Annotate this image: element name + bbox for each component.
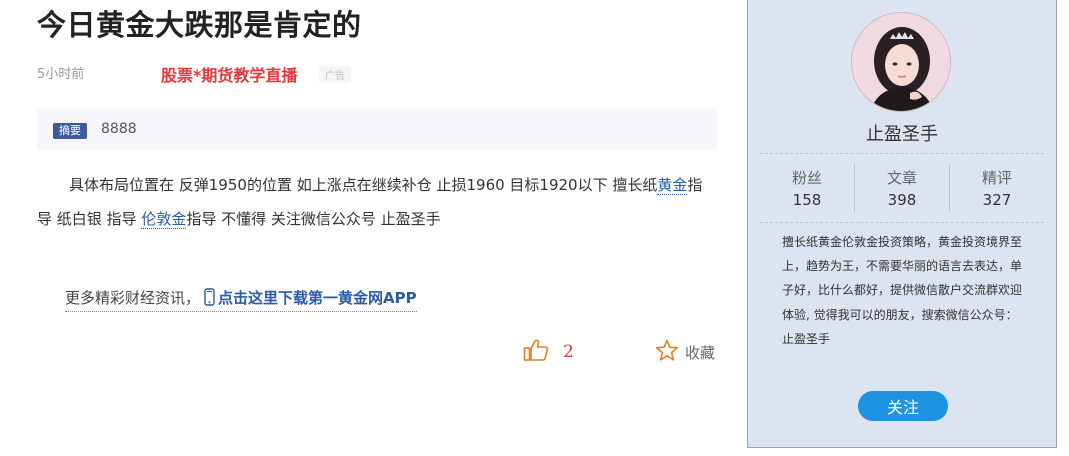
body-text-part3: 指导 不懂得 关注微信公众号 止盈圣手 [186, 210, 441, 228]
follow-button[interactable]: 关注 [858, 391, 948, 421]
author-stats: 粉丝 158 文章 398 精评 327 [760, 153, 1044, 223]
ad-tag: 广告 [319, 66, 351, 83]
summary-box: 摘要 8888 [37, 108, 717, 150]
author-card: 止盈圣手 粉丝 158 文章 398 精评 327 擅长纸黄金伦敦金投资策略，黄… [747, 0, 1057, 448]
avatar[interactable] [851, 12, 951, 112]
keyword-link-gold[interactable]: 黄金 [657, 176, 688, 195]
publish-time: 5小时前 [37, 67, 85, 82]
author-name: 止盈圣手 [866, 124, 938, 145]
favorite-label: 收藏 [685, 344, 716, 362]
thumbs-up-icon [523, 338, 549, 366]
ad-link[interactable]: 股票*期货教学直播 [161, 62, 297, 86]
stat-label: 粉丝 [791, 169, 822, 187]
like-count: 2 [563, 342, 574, 362]
article-title: 今日黄金大跌那是肯定的 [37, 8, 362, 42]
promo-prefix: 更多精彩财经资讯， [65, 289, 201, 307]
article: 今日黄金大跌那是肯定的 5小时前 股票*期货教学直播 广告 摘要 8888 具体… [37, 0, 717, 456]
like-button[interactable]: 2 [523, 338, 574, 366]
download-app-link[interactable]: 点击这里下载第一黄金网APP [218, 289, 417, 307]
author-bio: 擅长纸黄金伦敦金投资策略，黄金投资境界至上，趋势为王，不需要华丽的语言去表达，单… [782, 235, 1023, 346]
summary-text: 8888 [101, 121, 137, 137]
summary-badge: 摘要 [53, 123, 87, 139]
phone-icon [204, 288, 215, 310]
article-body: 具体布局位置在 反弹1950的位置 如上涨点在继续补仓 止损1960 目标192… [37, 168, 717, 236]
stat-reviews: 精评 327 [950, 154, 1044, 222]
keyword-link-london-gold[interactable]: 伦敦金 [141, 210, 187, 229]
stat-label: 文章 [886, 169, 917, 187]
stat-label: 精评 [981, 169, 1012, 187]
star-outline-icon [655, 339, 679, 366]
favorite-button[interactable]: 收藏 [655, 339, 715, 366]
stat-value: 398 [887, 191, 917, 209]
stat-fans: 粉丝 158 [760, 154, 854, 222]
app-promo: 更多精彩财经资讯， 点击这里下载第一黄金网APP [65, 287, 417, 312]
stat-value: 158 [792, 191, 822, 209]
body-text-part1: 具体布局位置在 反弹1950的位置 如上涨点在继续补仓 止损1960 目标192… [69, 176, 658, 194]
stat-value: 327 [982, 191, 1012, 209]
stat-articles: 文章 398 [855, 154, 949, 222]
